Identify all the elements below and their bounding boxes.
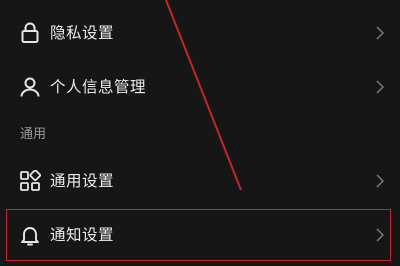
chevron-right-icon xyxy=(374,79,386,95)
lock-icon xyxy=(19,22,41,44)
bell-icon xyxy=(19,224,41,246)
settings-item-label: 通知设置 xyxy=(50,226,115,244)
settings-item-notifications[interactable]: 通知设置 xyxy=(0,210,400,260)
settings-item-general[interactable]: 通用设置 xyxy=(0,156,400,206)
settings-item-label: 个人信息管理 xyxy=(50,78,147,96)
chevron-right-icon xyxy=(374,173,386,189)
person-icon xyxy=(19,76,41,98)
chevron-right-icon xyxy=(374,25,386,41)
section-title-general: 通用 xyxy=(20,127,47,142)
grid-icon xyxy=(19,170,41,192)
settings-item-label: 隐私设置 xyxy=(50,24,115,42)
settings-item-privacy[interactable]: 隐私设置 xyxy=(0,8,400,58)
settings-item-personal-info[interactable]: 个人信息管理 xyxy=(0,62,400,112)
settings-screen: 隐私设置 个人信息管理 通用 通用设置 通知设置 xyxy=(0,0,400,266)
chevron-right-icon xyxy=(374,227,386,243)
settings-item-label: 通用设置 xyxy=(50,172,115,190)
